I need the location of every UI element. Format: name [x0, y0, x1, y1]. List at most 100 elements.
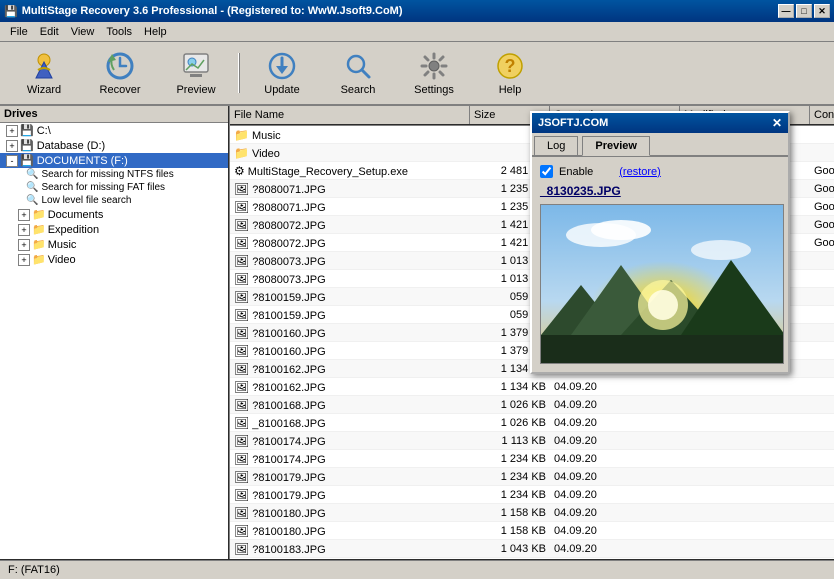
drive-icon-c: 💾	[20, 124, 34, 137]
tree-item-d[interactable]: + 💾 Database (D:)	[0, 138, 228, 153]
expand-video[interactable]: +	[18, 254, 30, 266]
file-modified-cell	[680, 512, 810, 514]
file-name-cell: 🖼?8100160.JPG	[230, 343, 470, 359]
table-row[interactable]: 🖼?8100179.JPG 1 234 KB 04.09.20	[230, 468, 834, 486]
tree-item-search-fat[interactable]: 🔍 Search for missing FAT files	[0, 181, 228, 194]
file-modified-cell	[680, 476, 810, 478]
file-condition-cell	[810, 134, 834, 136]
file-name-cell: 🖼?8080072.JPG	[230, 235, 470, 251]
toolbar-search[interactable]: Search	[322, 45, 394, 101]
toolbar-settings[interactable]: Settings	[398, 45, 470, 101]
tree-item-f[interactable]: - 💾 DOCUMENTS (F:)	[0, 153, 228, 168]
file-list-panel: File Name Size Created Modified Conditio…	[230, 106, 834, 559]
file-condition-cell	[810, 314, 834, 316]
toolbar: Wizard Recover Preview Update Search Set…	[0, 42, 834, 106]
expand-f[interactable]: -	[6, 155, 18, 167]
table-row[interactable]: 🖼?8100162.JPG 1 134 KB 04.09.20	[230, 378, 834, 396]
window-controls: — □ ✕	[778, 4, 830, 18]
file-size-cell: 1 043 KB	[470, 542, 550, 556]
close-button[interactable]: ✕	[814, 4, 830, 18]
file-name-cell: 🖼?8100179.JPG	[230, 469, 470, 485]
file-created-cell: 04.09.20	[550, 380, 680, 394]
table-row[interactable]: 🖼?8100168.JPG 1 026 KB 04.09.20	[230, 396, 834, 414]
table-row[interactable]: 🖼_8100168.JPG 1 026 KB 04.09.20	[230, 414, 834, 432]
col-header-condition[interactable]: Condition	[810, 106, 834, 124]
toolbar-help[interactable]: ? Help	[474, 45, 546, 101]
tree-item-search-ntfs[interactable]: 🔍 Search for missing NTFS files	[0, 168, 228, 181]
file-type-icon: 🖼	[234, 380, 249, 394]
file-modified-cell	[680, 494, 810, 496]
file-type-icon: 🖼	[234, 272, 249, 286]
file-type-icon: 🖼	[234, 200, 249, 214]
file-name-cell: 🖼?8080071.JPG	[230, 199, 470, 215]
file-type-icon: 🖼	[234, 434, 249, 448]
expand-d[interactable]: +	[6, 140, 18, 152]
file-size-cell: 1 158 KB	[470, 506, 550, 520]
minimize-button[interactable]: —	[778, 4, 794, 18]
file-created-cell: 04.09.20	[550, 398, 680, 412]
file-type-icon: 🖼	[234, 362, 249, 376]
update-icon	[266, 50, 298, 82]
file-type-icon: 🖼	[234, 416, 249, 430]
table-row[interactable]: 🖼?8100183.JPG 1 043 KB 04.09.20	[230, 558, 834, 559]
table-row[interactable]: 🖼?8100174.JPG 1 113 KB 04.09.20	[230, 432, 834, 450]
menu-file[interactable]: File	[4, 24, 34, 40]
table-row[interactable]: 🖼?8100180.JPG 1 158 KB 04.09.20	[230, 504, 834, 522]
menu-edit[interactable]: Edit	[34, 24, 65, 40]
col-header-name[interactable]: File Name	[230, 106, 470, 124]
toolbar-sep-1	[238, 53, 240, 93]
folder-expedition-icon: 📁	[32, 223, 46, 236]
file-name-cell: 🖼?8080071.JPG	[230, 181, 470, 197]
popup-close-button[interactable]: ✕	[772, 116, 782, 130]
menu-help[interactable]: Help	[138, 24, 173, 40]
preview-icon	[180, 50, 212, 82]
file-condition-cell	[810, 494, 834, 496]
expand-music[interactable]: +	[18, 239, 30, 251]
popup-tabs: Log Preview	[532, 133, 788, 157]
menu-view[interactable]: View	[65, 24, 101, 40]
tree-item-documents[interactable]: + 📁 Documents	[0, 207, 228, 222]
popup-tab-log[interactable]: Log	[534, 136, 578, 156]
folder-video-icon: 📁	[32, 253, 46, 266]
maximize-button[interactable]: □	[796, 4, 812, 18]
popup-title-bar: JSOFTJ.COM ✕	[532, 113, 788, 133]
restore-link[interactable]: (restore)	[619, 166, 661, 178]
expand-docs[interactable]: +	[18, 209, 30, 221]
toolbar-update[interactable]: Update	[246, 45, 318, 101]
file-condition-cell	[810, 548, 834, 550]
popup-body: Enable (restore) _8130235.JPG	[532, 157, 788, 372]
toolbar-wizard[interactable]: Wizard	[8, 45, 80, 101]
file-type-icon: 🖼	[234, 290, 249, 304]
folder-music-icon: 📁	[32, 238, 46, 251]
popup-filename[interactable]: _8130235.JPG	[540, 184, 780, 198]
table-row[interactable]: 🖼?8100174.JPG 1 234 KB 04.09.20	[230, 450, 834, 468]
toolbar-recover[interactable]: Recover	[84, 45, 156, 101]
popup-tab-preview[interactable]: Preview	[582, 136, 650, 156]
file-condition-cell	[810, 404, 834, 406]
tree-item-low-level[interactable]: 🔍 Low level file search	[0, 194, 228, 207]
enable-checkbox[interactable]	[540, 165, 553, 178]
file-size-cell: 1 234 KB	[470, 452, 550, 466]
table-row[interactable]: 🖼?8100183.JPG 1 043 KB 04.09.20	[230, 540, 834, 558]
update-label: Update	[264, 84, 299, 96]
file-name-cell: 🖼?8100168.JPG	[230, 397, 470, 413]
file-condition-cell	[810, 350, 834, 352]
file-condition-cell	[810, 368, 834, 370]
file-name-cell: 🖼?8100183.JPG	[230, 541, 470, 557]
file-type-icon: ⚙	[234, 164, 245, 178]
status-bar: F: (FAT16)	[0, 559, 834, 579]
tree-item-video[interactable]: + 📁 Video	[0, 252, 228, 267]
menu-tools[interactable]: Tools	[100, 24, 138, 40]
file-created-cell: 04.09.20	[550, 524, 680, 538]
preview-popup: JSOFTJ.COM ✕ Log Preview Enable (restore…	[530, 111, 790, 374]
table-row[interactable]: 🖼?8100180.JPG 1 158 KB 04.09.20	[230, 522, 834, 540]
file-modified-cell	[680, 530, 810, 532]
toolbar-preview[interactable]: Preview	[160, 45, 232, 101]
tree-item-expedition[interactable]: + 📁 Expedition	[0, 222, 228, 237]
table-row[interactable]: 🖼?8100179.JPG 1 234 KB 04.09.20	[230, 486, 834, 504]
expand-expedition[interactable]: +	[18, 224, 30, 236]
file-created-cell: 04.09.20	[550, 416, 680, 430]
tree-item-music[interactable]: + 📁 Music	[0, 237, 228, 252]
tree-item-c[interactable]: + 💾 C:\	[0, 123, 228, 138]
expand-c[interactable]: +	[6, 125, 18, 137]
